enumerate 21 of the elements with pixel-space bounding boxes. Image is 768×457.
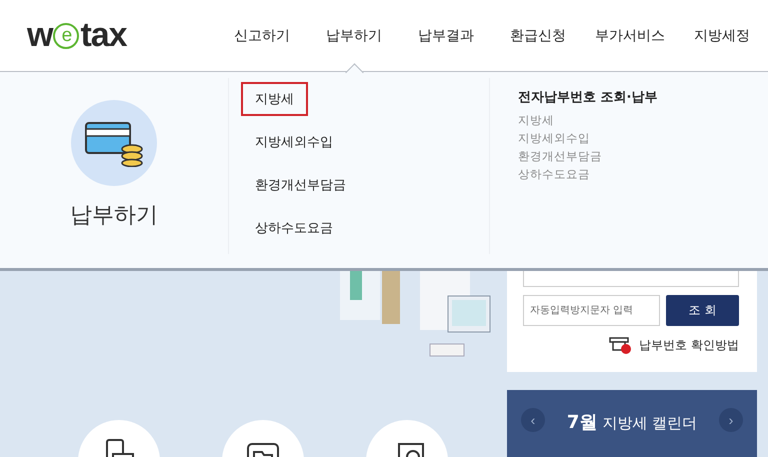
dropdown-menu-item[interactable]: 지방세외수입 (241, 125, 347, 159)
card-coins-icon (84, 119, 144, 167)
dropdown-title: 납부하기 (70, 202, 158, 230)
nav-menu-item[interactable]: 납부결과 (400, 0, 492, 72)
calendar-title: 지방세 캘린더 (602, 414, 698, 433)
wetax-logo[interactable]: w e tax (0, 16, 196, 55)
dropdown-menu-item[interactable]: 상하수도요금 (241, 211, 347, 245)
lookup-button[interactable]: 조 회 (666, 295, 739, 326)
section-heading: 전자납부번호 조회·납부 (518, 89, 658, 106)
dropdown-menu-item[interactable]: 지방세 (241, 82, 308, 116)
payment-number-help-link[interactable]: 납부번호 확인방법 (639, 336, 739, 354)
captcha-input-field[interactable]: 자동입력방지문자 입력 (523, 295, 660, 326)
nav-menu-item[interactable]: 환급신청 (492, 0, 584, 72)
nav-menu-item[interactable]: 지방세정 (676, 0, 768, 72)
previous-month-button[interactable]: ‹ (521, 408, 545, 432)
bill-alert-icon (609, 336, 634, 354)
nav-menu-item[interactable]: 부가서비스 (584, 0, 676, 72)
dropdown-menu-item[interactable]: 환경개선부담금 (241, 168, 360, 202)
calendar-month: 7월 (566, 411, 598, 434)
next-month-button[interactable]: › (719, 408, 743, 432)
nav-menu-item[interactable]: 신고하기 (216, 0, 308, 72)
